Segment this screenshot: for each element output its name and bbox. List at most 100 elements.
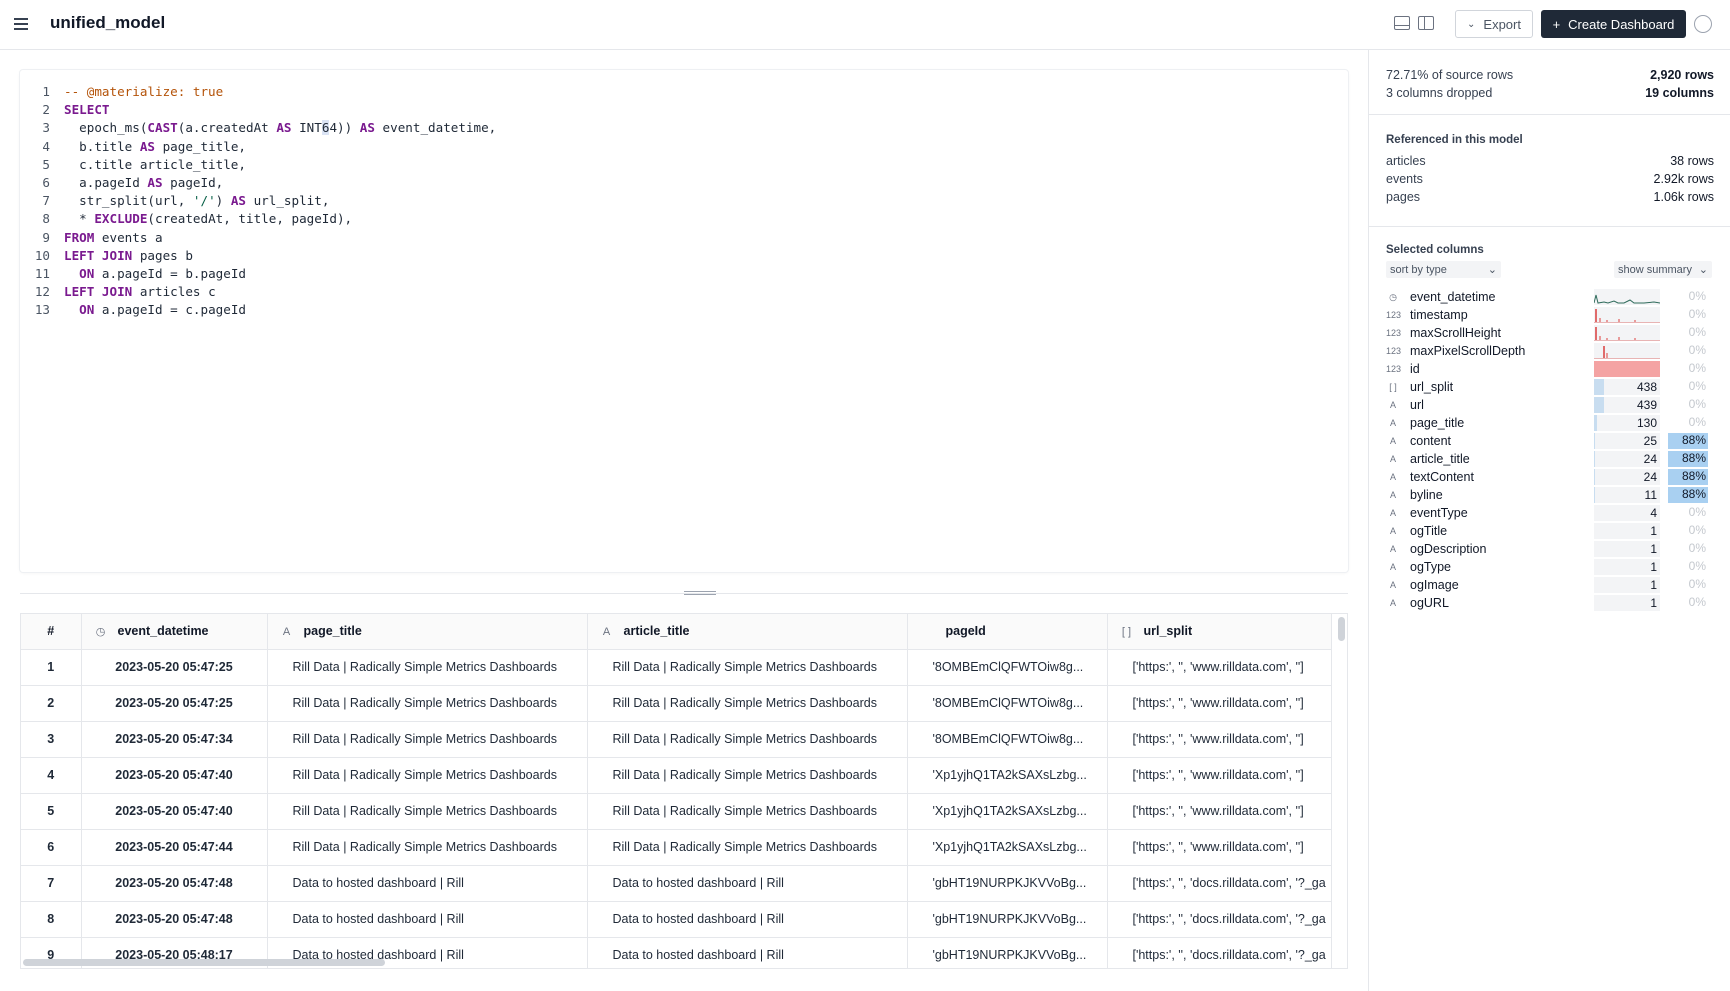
- panel-resize-handle[interactable]: [684, 591, 716, 595]
- sort-by-type-select[interactable]: sort by type ⌄: [1386, 261, 1501, 278]
- column-summary-row[interactable]: 123 timestamp 0%: [1386, 306, 1714, 324]
- sql-editor[interactable]: 1 -- @materialize: true 2 SELECT 3 epoch_ms(…: [20, 70, 1348, 572]
- column-header[interactable]: ◷ event_datetime: [81, 614, 268, 650]
- table-row[interactable]: 1 2023-05-20 05:47:25 Rill Data | Radicall…: [21, 649, 1332, 686]
- table-cell[interactable]: 'gbHT19NURPKJKVVoBg...: [907, 865, 1108, 902]
- table-cell[interactable]: 'gbHT19NURPKJKVVoBg...: [907, 901, 1108, 938]
- column-header[interactable]: Apage_title: [267, 614, 588, 650]
- table-cell[interactable]: 3: [21, 721, 82, 758]
- column-summary-row[interactable]: AogDescription 1 0%: [1386, 540, 1714, 558]
- table-cell[interactable]: Data to hosted dashboard | Rill: [267, 865, 588, 902]
- table-cell[interactable]: ['https:', '', 'docs.rilldata.com', '?_g…: [1107, 937, 1332, 968]
- table-cell[interactable]: 'gbHT19NURPKJKVVoBg...: [907, 937, 1108, 968]
- code-line[interactable]: 9 FROM events a: [20, 230, 1348, 248]
- code-line[interactable]: 12 LEFT JOIN articles c: [20, 284, 1348, 302]
- table-cell[interactable]: 2023-05-20 05:47:48: [81, 865, 268, 902]
- table-cell[interactable]: Data to hosted dashboard | Rill: [587, 937, 908, 968]
- table-cell[interactable]: ['https:', '', 'www.rilldata.com', '']: [1107, 721, 1332, 758]
- code-line[interactable]: 13 ON a.pageId = c.pageId: [20, 302, 1348, 320]
- table-cell[interactable]: Rill Data | Radically Simple Metrics Das…: [587, 721, 908, 758]
- results-table[interactable]: # ◷ event_datetime Apage_title Aarticle_titl…: [20, 613, 1348, 969]
- table-cell[interactable]: Rill Data | Radically Simple Metrics Das…: [267, 649, 588, 686]
- table-cell[interactable]: 1: [21, 649, 82, 686]
- referenced-item[interactable]: pages 1.06k rows: [1386, 190, 1714, 204]
- table-cell[interactable]: ['https:', '', 'www.rilldata.com', '']: [1107, 685, 1332, 722]
- toggle-side-panel-icon[interactable]: [1418, 16, 1434, 30]
- table-cell[interactable]: 'Xp1yjhQ1TA2kSAXsLzbg...: [907, 829, 1108, 866]
- column-header[interactable]: pageId: [907, 614, 1108, 650]
- column-summary-row[interactable]: AogImage 1 0%: [1386, 576, 1714, 594]
- column-summary-row[interactable]: Acontent 25 88%: [1386, 432, 1714, 450]
- column-header[interactable]: #: [21, 614, 82, 650]
- table-row[interactable]: 7 2023-05-20 05:47:48 Data to hosted dashb…: [21, 865, 1332, 902]
- column-summary-row[interactable]: 123 maxPixelScrollDepth 0%: [1386, 342, 1714, 360]
- table-cell[interactable]: ['https:', '', 'www.rilldata.com', '']: [1107, 829, 1332, 866]
- table-cell[interactable]: 2023-05-20 05:47:25: [81, 685, 268, 722]
- table-row[interactable]: 5 2023-05-20 05:47:40 Rill Data | Radicall…: [21, 793, 1332, 830]
- table-cell[interactable]: ['https:', '', 'www.rilldata.com', '']: [1107, 649, 1332, 686]
- column-summary-row[interactable]: AogType 1 0%: [1386, 558, 1714, 576]
- table-cell[interactable]: 2: [21, 685, 82, 722]
- table-cell[interactable]: ['https:', '', 'docs.rilldata.com', '?_g…: [1107, 901, 1332, 938]
- model-title[interactable]: unified_model: [50, 13, 165, 33]
- referenced-item[interactable]: articles 38 rows: [1386, 154, 1714, 168]
- column-summary-row[interactable]: [ ] url_split 438 0%: [1386, 378, 1714, 396]
- column-summary-row[interactable]: Aurl 439 0%: [1386, 396, 1714, 414]
- table-row[interactable]: 4 2023-05-20 05:47:40 Rill Data | Radicall…: [21, 757, 1332, 794]
- table-cell[interactable]: 6: [21, 829, 82, 866]
- code-line[interactable]: 6 a.pageId AS pageId,: [20, 175, 1348, 193]
- code-line[interactable]: 5 c.title article_title,: [20, 157, 1348, 175]
- table-cell[interactable]: ['https:', '', 'docs.rilldata.com', '?_g…: [1107, 865, 1332, 902]
- column-summary-row[interactable]: Apage_title 130 0%: [1386, 414, 1714, 432]
- table-cell[interactable]: 2023-05-20 05:47:40: [81, 793, 268, 830]
- table-cell[interactable]: Data to hosted dashboard | Rill: [587, 865, 908, 902]
- table-cell[interactable]: Rill Data | Radically Simple Metrics Das…: [587, 649, 908, 686]
- table-cell[interactable]: Rill Data | Radically Simple Metrics Das…: [267, 793, 588, 830]
- table-cell[interactable]: 4: [21, 757, 82, 794]
- horizontal-scrollbar[interactable]: [23, 959, 385, 966]
- show-summary-select[interactable]: show summary ⌄: [1614, 261, 1712, 278]
- code-line[interactable]: 4 b.title AS page_title,: [20, 139, 1348, 157]
- table-cell[interactable]: 'Xp1yjhQ1TA2kSAXsLzbg...: [907, 757, 1108, 794]
- table-cell[interactable]: Data to hosted dashboard | Rill: [587, 901, 908, 938]
- hamburger-menu-icon[interactable]: [14, 15, 32, 33]
- table-cell[interactable]: ['https:', '', 'www.rilldata.com', '']: [1107, 757, 1332, 794]
- code-line[interactable]: 3 epoch_ms(CAST(a.createdAt AS INT64)) A…: [20, 120, 1348, 138]
- column-summary-row[interactable]: AogTitle 1 0%: [1386, 522, 1714, 540]
- column-header[interactable]: [ ] url_split: [1107, 614, 1332, 650]
- table-cell[interactable]: ['https:', '', 'www.rilldata.com', '']: [1107, 793, 1332, 830]
- code-line[interactable]: 11 ON a.pageId = b.pageId: [20, 266, 1348, 284]
- table-cell[interactable]: Rill Data | Radically Simple Metrics Das…: [267, 685, 588, 722]
- code-line[interactable]: 10 LEFT JOIN pages b: [20, 248, 1348, 266]
- table-row[interactable]: 3 2023-05-20 05:47:34 Rill Data | Radicall…: [21, 721, 1332, 758]
- table-cell[interactable]: 5: [21, 793, 82, 830]
- table-cell[interactable]: Rill Data | Radically Simple Metrics Das…: [267, 721, 588, 758]
- table-cell[interactable]: Rill Data | Radically Simple Metrics Das…: [267, 757, 588, 794]
- column-summary-row[interactable]: 123 maxScrollHeight 0%: [1386, 324, 1714, 342]
- table-cell[interactable]: Data to hosted dashboard | Rill: [267, 901, 588, 938]
- table-cell[interactable]: '8OMBEmClQFWTOiw8g...: [907, 649, 1108, 686]
- table-row[interactable]: 6 2023-05-20 05:47:44 Rill Data | Radicall…: [21, 829, 1332, 866]
- toggle-bottom-panel-icon[interactable]: [1394, 16, 1410, 30]
- column-header[interactable]: Aarticle_title: [587, 614, 908, 650]
- table-cell[interactable]: Rill Data | Radically Simple Metrics Das…: [587, 757, 908, 794]
- code-line[interactable]: 8 * EXCLUDE(createdAt, title, pageId),: [20, 211, 1348, 229]
- column-summary-row[interactable]: ◷ event_datetime 0%: [1386, 288, 1714, 306]
- table-row[interactable]: 8 2023-05-20 05:47:48 Data to hosted dashb…: [21, 901, 1332, 938]
- table-cell[interactable]: Rill Data | Radically Simple Metrics Das…: [587, 793, 908, 830]
- table-cell[interactable]: '8OMBEmClQFWTOiw8g...: [907, 685, 1108, 722]
- column-summary-row[interactable]: AtextContent 24 88%: [1386, 468, 1714, 486]
- table-cell[interactable]: Rill Data | Radically Simple Metrics Das…: [267, 829, 588, 866]
- column-summary-row[interactable]: AogURL 1 0%: [1386, 594, 1714, 612]
- code-line[interactable]: 2 SELECT: [20, 102, 1348, 120]
- code-line[interactable]: 7 str_split(url, '/') AS url_split,: [20, 193, 1348, 211]
- vertical-scrollbar[interactable]: [1338, 617, 1345, 641]
- table-cell[interactable]: 2023-05-20 05:47:34: [81, 721, 268, 758]
- table-cell[interactable]: '8OMBEmClQFWTOiw8g...: [907, 721, 1108, 758]
- table-cell[interactable]: 2023-05-20 05:47:44: [81, 829, 268, 866]
- column-summary-row[interactable]: Abyline 11 88%: [1386, 486, 1714, 504]
- table-cell[interactable]: 2023-05-20 05:47:40: [81, 757, 268, 794]
- table-cell[interactable]: 7: [21, 865, 82, 902]
- table-cell[interactable]: 2023-05-20 05:47:48: [81, 901, 268, 938]
- table-cell[interactable]: 'Xp1yjhQ1TA2kSAXsLzbg...: [907, 793, 1108, 830]
